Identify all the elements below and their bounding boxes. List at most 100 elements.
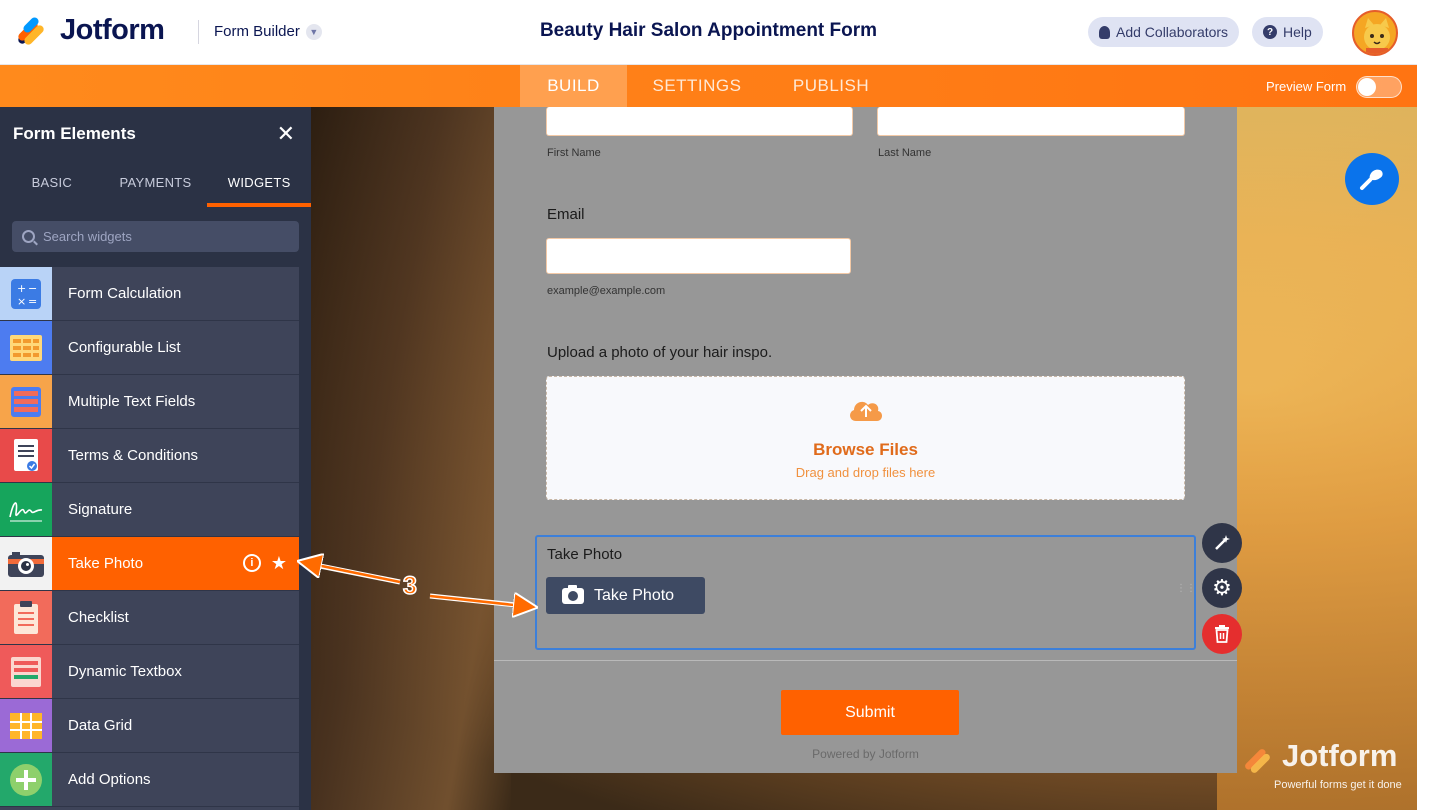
jotform-logo[interactable]: Jotform [16, 14, 165, 47]
powered-by-text: Powered by Jotform [812, 747, 919, 761]
form-designer-button[interactable] [1345, 153, 1399, 205]
preview-form-label: Preview Form [1266, 79, 1347, 94]
email-sublabel: example@example.com [547, 285, 666, 297]
svg-text:=: = [28, 295, 37, 308]
avatar[interactable] [1352, 10, 1398, 56]
close-icon[interactable]: ✕ [277, 121, 295, 147]
info-icon[interactable]: i [242, 554, 261, 572]
signature-icon [0, 483, 52, 536]
form-builder-label: Form Builder [214, 23, 300, 40]
sidebar-item-add-options[interactable]: Add Options [0, 753, 299, 807]
background-hair-shade [311, 107, 511, 810]
tab-payments[interactable]: PAYMENTS [104, 161, 208, 207]
tab-widgets[interactable]: WIDGETS [207, 161, 312, 207]
watermark-brand: Jotform [1282, 738, 1398, 773]
camera-icon [0, 537, 52, 590]
paint-roller-icon [1360, 169, 1383, 190]
star-icon[interactable]: ★ [271, 554, 287, 572]
sidebar-item-multiple-text-fields[interactable]: Multiple Text Fields [0, 375, 299, 429]
sidebar-item-checklist[interactable]: Checklist [0, 591, 299, 645]
form-builder-dropdown[interactable]: Form Builder ▼ [214, 23, 322, 40]
add-collaborators-button[interactable]: Add Collaborators [1088, 17, 1240, 47]
sidebar-item-configurable-list[interactable]: Configurable List [0, 321, 299, 375]
sidebar-item-label: Add Options [68, 771, 151, 788]
clipboard-icon [0, 591, 52, 644]
take-photo-label: Take Photo [547, 546, 623, 563]
sidebar-item-label: Data Grid [68, 717, 133, 734]
panel-title: Form Elements [13, 124, 136, 143]
panel-header: Form Elements ✕ [0, 107, 311, 161]
cloud-upload-icon [850, 401, 883, 421]
sidebar-item-take-photo[interactable]: Take Photo i ★ [0, 537, 299, 591]
annotation-step-number: 3 [402, 571, 417, 601]
sidebar-item-dynamic-textbox[interactable]: Dynamic Textbox [0, 645, 299, 699]
take-photo-button[interactable]: Take Photo [546, 577, 705, 614]
tab-basic[interactable]: BASIC [0, 161, 104, 207]
sidebar-item-label: Take Photo [68, 555, 144, 572]
take-photo-button-label: Take Photo [594, 586, 675, 604]
browse-files-label: Browse Files [813, 440, 918, 459]
panel-tabs: BASIC PAYMENTS WIDGETS [0, 161, 312, 207]
text-fields-icon [0, 375, 52, 428]
builder-nav: BUILD SETTINGS PUBLISH Preview Form [0, 65, 1417, 107]
question-icon: ? [1263, 25, 1277, 39]
magic-wand-button[interactable] [1202, 523, 1242, 563]
last-name-sublabel: Last Name [878, 147, 932, 159]
sidebar-item-label: Signature [68, 501, 133, 518]
sidebar-scrollbar[interactable] [299, 267, 311, 810]
search-icon [22, 230, 35, 243]
item-actions: i ★ [242, 554, 287, 572]
sidebar-item-label: Terms & Conditions [68, 447, 199, 464]
email-label: Email [547, 206, 585, 223]
first-name-input[interactable] [546, 107, 853, 136]
gear-icon: ⚙ [1212, 575, 1232, 600]
preview-form-toggle[interactable] [1356, 76, 1402, 98]
delete-field-button[interactable] [1202, 614, 1242, 654]
svg-text:×: × [17, 295, 26, 308]
background-sunlight [1217, 107, 1417, 810]
user-icon [1099, 25, 1110, 39]
file-upload-dropzone[interactable]: Browse Files Drag and drop files here [546, 376, 1185, 500]
sidebar-item-label: Dynamic Textbox [68, 663, 182, 680]
sidebar-item-label: Form Calculation [68, 285, 182, 302]
help-button[interactable]: ? Help [1252, 17, 1323, 47]
upload-label: Upload a photo of your hair inspo. [547, 344, 773, 361]
calculator-icon: + − × = [0, 267, 52, 320]
widget-search [12, 221, 299, 252]
textbox-icon [0, 645, 52, 698]
jotform-watermark-icon [1245, 749, 1270, 773]
search-input[interactable] [43, 229, 263, 244]
sidebar-item-terms-conditions[interactable]: Terms & Conditions [0, 429, 299, 483]
camera-icon [562, 584, 584, 604]
sidebar-item-form-calculation[interactable]: + − × = Form Calculation [0, 267, 299, 321]
widget-list: + − × = Form Calculation Configurable List … [0, 267, 299, 807]
drag-drop-hint: Drag and drop files here [795, 465, 936, 480]
email-field[interactable] [546, 238, 851, 274]
first-name-sublabel: First Name [547, 147, 601, 159]
field-settings-button[interactable]: ⚙ [1202, 568, 1242, 608]
top-header: Jotform Form Builder ▼ Beauty Hair Salon… [0, 0, 1417, 65]
svg-text:−: − [28, 282, 37, 295]
plus-circle-icon [0, 753, 52, 806]
submit-button[interactable]: Submit [781, 690, 959, 735]
watermark-tagline: Powerful forms get it done [1274, 779, 1402, 791]
sidebar-item-label: Checklist [68, 609, 129, 626]
document-check-icon [0, 429, 52, 482]
widget-search-wrapper [0, 207, 311, 267]
drag-handle-icon[interactable]: ⋮⋮ [1176, 584, 1196, 600]
trash-icon [1215, 625, 1229, 643]
sidebar-item-data-grid[interactable]: Data Grid [0, 699, 299, 753]
add-collaborators-label: Add Collaborators [1116, 24, 1229, 40]
brand-name: Jotform [60, 14, 165, 46]
form-elements-panel: Form Elements ✕ BASIC PAYMENTS WIDGETS +… [0, 107, 312, 810]
tab-settings[interactable]: SETTINGS [640, 65, 754, 107]
page-edge [1417, 0, 1440, 810]
form-divider [494, 660, 1237, 661]
grid-icon [0, 699, 52, 752]
header-divider [198, 20, 199, 44]
help-label: Help [1283, 24, 1312, 40]
tab-build[interactable]: BUILD [520, 65, 627, 107]
tab-publish[interactable]: PUBLISH [780, 65, 882, 107]
sidebar-item-signature[interactable]: Signature [0, 483, 299, 537]
last-name-input[interactable] [877, 107, 1185, 136]
